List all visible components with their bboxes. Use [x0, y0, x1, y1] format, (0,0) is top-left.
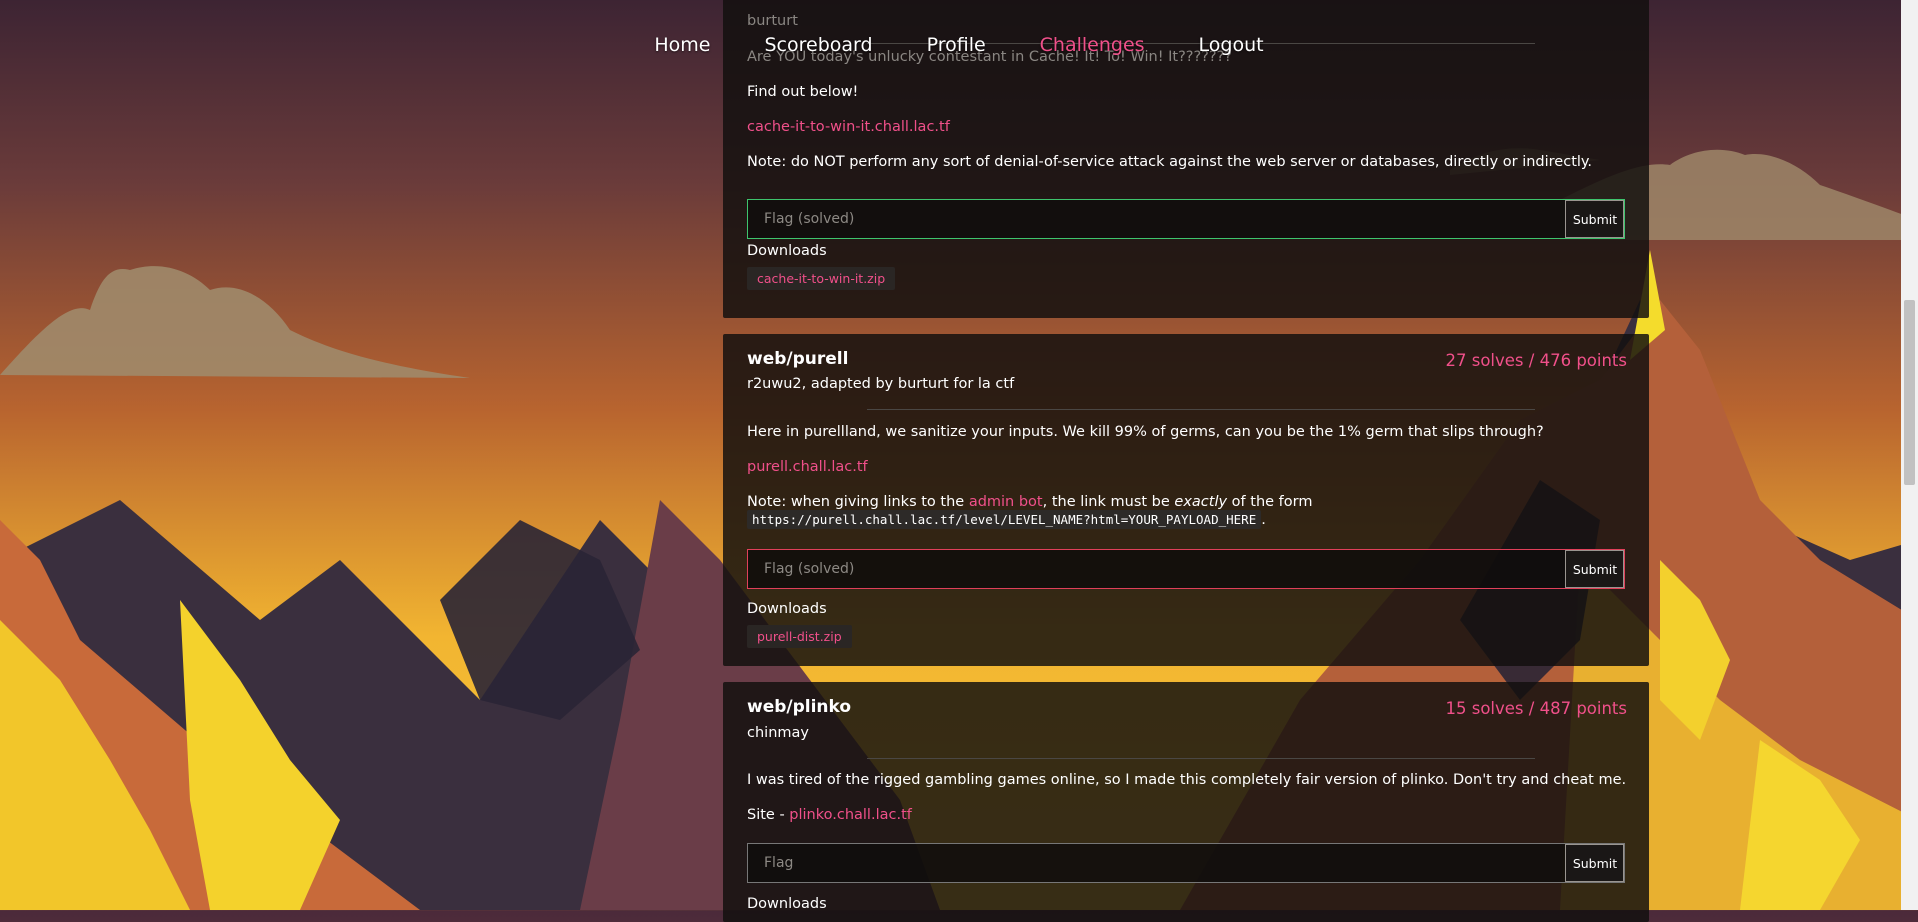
challenge-link[interactable]: plinko.chall.lac.tf: [789, 807, 912, 823]
scrollbar-thumb[interactable]: [1904, 300, 1915, 485]
flag-form: Submit: [747, 843, 1625, 883]
main-nav: Home Scoreboard Profile Challenges Logou…: [0, 34, 1918, 56]
divider: [867, 409, 1535, 410]
challenge-card-plinko: web/plinko 15 solves / 487 points chinma…: [723, 682, 1649, 922]
submit-button[interactable]: Submit: [1565, 200, 1624, 238]
download-file-link[interactable]: cache-it-to-win-it.zip: [747, 267, 896, 290]
challenge-title: web/plinko: [747, 697, 852, 717]
note-code: https://purell.chall.lac.tf/level/LEVEL_…: [747, 510, 1262, 529]
challenge-note: Note: when giving links to the admin bot…: [747, 494, 1312, 510]
downloads-label: Downloads: [747, 243, 827, 259]
challenge-site-line: Site - plinko.chall.lac.tf: [747, 807, 912, 823]
flag-form: Submit: [747, 549, 1625, 589]
challenge-description: I was tired of the rigged gambling games…: [747, 772, 1627, 788]
page-scrollbar[interactable]: [1901, 0, 1918, 910]
challenge-description: Here in purellland, we sanitize your inp…: [747, 424, 1544, 440]
nav-home[interactable]: Home: [654, 34, 710, 56]
note-end: .: [1261, 512, 1266, 528]
note-emphasis: exactly: [1174, 494, 1228, 510]
challenge-solves-points: 27 solves / 476 points: [1445, 351, 1628, 370]
note-code-line: https://purell.chall.lac.tf/level/LEVEL_…: [747, 510, 1266, 529]
nav-profile[interactable]: Profile: [927, 34, 986, 56]
submit-button[interactable]: Submit: [1565, 550, 1624, 588]
challenge-author: chinmay: [747, 725, 809, 741]
note-prefix: Note: when giving links to the: [747, 494, 969, 510]
challenge-link[interactable]: cache-it-to-win-it.chall.lac.tf: [747, 119, 950, 135]
flag-input[interactable]: [748, 844, 1565, 882]
flag-input[interactable]: [748, 550, 1565, 588]
challenge-link[interactable]: purell.chall.lac.tf: [747, 459, 868, 475]
challenge-description-line: Find out below!: [747, 84, 859, 100]
nav-logout[interactable]: Logout: [1199, 34, 1264, 56]
flag-form: Submit: [747, 199, 1625, 239]
challenge-title: web/purell: [747, 349, 849, 369]
challenge-note: Note: do NOT perform any sort of denial-…: [747, 154, 1593, 170]
download-file-link[interactable]: purell-dist.zip: [747, 625, 852, 648]
admin-bot-link[interactable]: admin bot: [969, 494, 1043, 510]
submit-button[interactable]: Submit: [1565, 844, 1624, 882]
note-suffix: of the form: [1227, 494, 1313, 510]
note-middle: , the link must be: [1042, 494, 1175, 510]
challenge-solves-points: 15 solves / 487 points: [1445, 699, 1628, 718]
flag-input[interactable]: [748, 200, 1565, 238]
challenge-author: burturt: [747, 13, 798, 29]
challenge-card-purell: web/purell 27 solves / 476 points r2uwu2…: [723, 334, 1649, 666]
divider: [867, 758, 1535, 759]
nav-scoreboard[interactable]: Scoreboard: [764, 34, 872, 56]
challenge-author: r2uwu2, adapted by burturt for la ctf: [747, 376, 1015, 392]
site-prefix: Site -: [747, 807, 790, 823]
nav-challenges[interactable]: Challenges: [1040, 34, 1145, 56]
downloads-label: Downloads: [747, 601, 827, 617]
